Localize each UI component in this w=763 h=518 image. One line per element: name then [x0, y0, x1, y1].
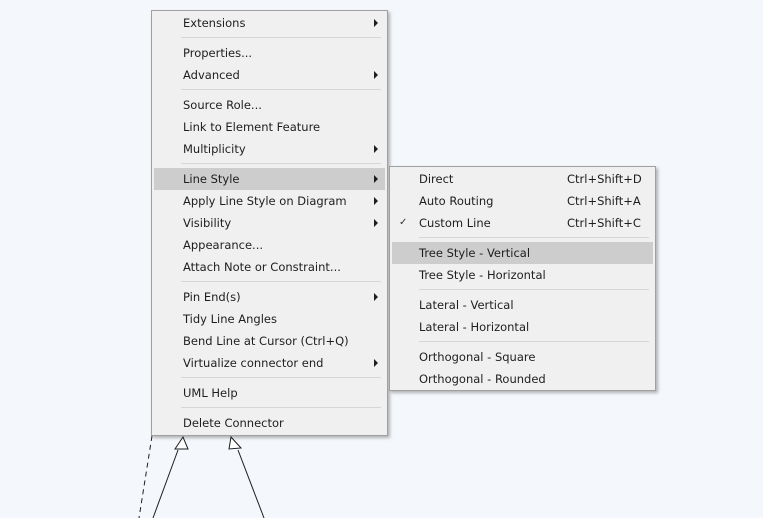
line-style-item-tree-style-vertical[interactable]: Tree Style - Vertical — [392, 242, 653, 264]
menu-item-label: Properties... — [183, 46, 253, 60]
line-style-item-auto-routing[interactable]: Auto Routing Ctrl+Shift+A — [392, 190, 653, 212]
context-menu-item-apply-line-style-on-diagram[interactable]: Apply Line Style on Diagram — [154, 190, 385, 212]
menu-item-label: Bend Line at Cursor (Ctrl+Q) — [183, 334, 349, 348]
context-menu-item-visibility[interactable]: Visibility — [154, 212, 385, 234]
line-style-item-lateral-horizontal[interactable]: Lateral - Horizontal — [392, 316, 653, 338]
menu-item-label: Tree Style - Vertical — [419, 246, 531, 260]
line-style-submenu: Direct Ctrl+Shift+D Auto Routing Ctrl+Shift… — [389, 166, 656, 391]
menu-item-label: Auto Routing — [419, 194, 494, 208]
menu-item-shortcut: Ctrl+Shift+C — [567, 216, 641, 230]
menu-item-label: Delete Connector — [183, 416, 284, 430]
dashed-connector[interactable] — [138, 435, 153, 518]
menu-item-shortcut: Ctrl+Shift+A — [567, 194, 641, 208]
menu-separator — [154, 86, 385, 94]
menu-item-label: Line Style — [183, 172, 240, 186]
menu-item-label: Appearance... — [183, 238, 264, 252]
generalization-arrowhead-left — [174, 435, 189, 450]
menu-item-label: Advanced — [183, 68, 240, 82]
menu-separator — [154, 160, 385, 168]
generalization-arrowhead-right — [228, 435, 243, 450]
context-menu-item-pin-end-s[interactable]: Pin End(s) — [154, 286, 385, 308]
submenu-arrow-icon — [374, 175, 378, 183]
submenu-arrow-icon — [374, 359, 378, 367]
line-style-item-orthogonal-square[interactable]: Orthogonal - Square — [392, 346, 653, 368]
menu-item-label: Virtualize connector end — [183, 356, 324, 370]
menu-item-label: Attach Note or Constraint... — [183, 260, 341, 274]
menu-separator — [392, 286, 653, 294]
context-menu-item-tidy-line-angles[interactable]: Tidy Line Angles — [154, 308, 385, 330]
menu-item-label: Lateral - Vertical — [419, 298, 514, 312]
submenu-arrow-icon — [374, 293, 378, 301]
context-menu-item-source-role[interactable]: Source Role... — [154, 94, 385, 116]
menu-item-label: Visibility — [183, 216, 232, 230]
menu-item-label: Tidy Line Angles — [183, 312, 277, 326]
line-style-item-direct[interactable]: Direct Ctrl+Shift+D — [392, 168, 653, 190]
context-menu-item-delete-connector[interactable]: Delete Connector — [154, 412, 385, 434]
menu-item-shortcut: Ctrl+Shift+D — [567, 172, 642, 186]
menu-item-label: Extensions — [183, 16, 246, 30]
submenu-arrow-icon — [374, 71, 378, 79]
menu-item-label: Pin End(s) — [183, 290, 241, 304]
context-menu-item-virtualize-connector-end[interactable]: Virtualize connector end — [154, 352, 385, 374]
connector-context-menu: Extensions Properties... Advanced Source Ro… — [151, 10, 388, 436]
menu-item-label: Apply Line Style on Diagram — [183, 194, 347, 208]
menu-item-label: Direct — [419, 172, 454, 186]
checkmark-icon: ✓ — [399, 217, 408, 228]
menu-item-label: Source Role... — [183, 98, 262, 112]
submenu-arrow-icon — [374, 145, 378, 153]
submenu-arrow-icon — [374, 197, 378, 205]
menu-item-label: UML Help — [183, 386, 238, 400]
context-menu-item-appearance[interactable]: Appearance... — [154, 234, 385, 256]
generalization-connector-left[interactable] — [152, 449, 179, 518]
menu-item-label: Orthogonal - Square — [419, 350, 536, 364]
menu-separator — [154, 404, 385, 412]
line-style-item-orthogonal-rounded[interactable]: Orthogonal - Rounded — [392, 368, 653, 390]
context-menu-item-multiplicity[interactable]: Multiplicity — [154, 138, 385, 160]
context-menu-item-line-style[interactable]: Line Style — [154, 168, 385, 190]
context-menu-item-properties[interactable]: Properties... — [154, 42, 385, 64]
line-style-item-lateral-vertical[interactable]: Lateral - Vertical — [392, 294, 653, 316]
context-menu-item-link-to-element-feature[interactable]: Link to Element Feature — [154, 116, 385, 138]
context-menu-item-extensions[interactable]: Extensions — [154, 12, 385, 34]
submenu-arrow-icon — [374, 19, 378, 27]
submenu-arrow-icon — [374, 219, 378, 227]
generalization-connector-right[interactable] — [237, 449, 265, 518]
menu-item-label: Custom Line — [419, 216, 491, 230]
context-menu-item-uml-help[interactable]: UML Help — [154, 382, 385, 404]
menu-separator — [392, 234, 653, 242]
menu-item-label: Multiplicity — [183, 142, 246, 156]
menu-separator — [154, 374, 385, 382]
line-style-item-tree-style-horizontal[interactable]: Tree Style - Horizontal — [392, 264, 653, 286]
context-menu-item-attach-note-or-constraint[interactable]: Attach Note or Constraint... — [154, 256, 385, 278]
menu-separator — [392, 338, 653, 346]
menu-separator — [154, 34, 385, 42]
context-menu-item-bend-line-at-cursor-ctrl-q[interactable]: Bend Line at Cursor (Ctrl+Q) — [154, 330, 385, 352]
line-style-item-custom-line[interactable]: ✓ Custom Line Ctrl+Shift+C — [392, 212, 653, 234]
menu-item-label: Tree Style - Horizontal — [419, 268, 546, 282]
menu-item-label: Link to Element Feature — [183, 120, 321, 134]
menu-separator — [154, 278, 385, 286]
menu-item-label: Lateral - Horizontal — [419, 320, 530, 334]
context-menu-item-advanced[interactable]: Advanced — [154, 64, 385, 86]
menu-item-label: Orthogonal - Rounded — [419, 372, 546, 386]
